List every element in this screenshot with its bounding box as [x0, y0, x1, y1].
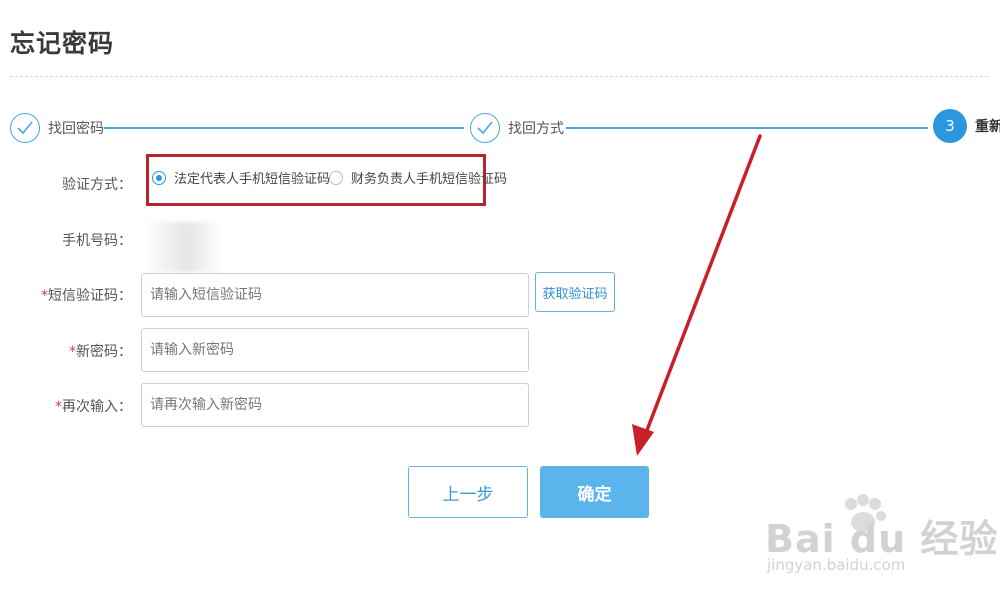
- get-code-button[interactable]: 获取验证码: [535, 272, 615, 312]
- step-connector: [566, 127, 928, 129]
- step-number: 3: [933, 109, 967, 143]
- radio-unchecked-icon[interactable]: [329, 170, 343, 185]
- step-connector: [104, 127, 464, 129]
- radio-label: 法定代表人手机短信验证码: [174, 172, 331, 187]
- new-password-label: *新密码：: [69, 344, 132, 360]
- baidu-watermark: Bai du 经验 jingyan.baidu.com: [765, 494, 997, 585]
- check-icon: [10, 113, 40, 143]
- verify-method-label: 验证方式：: [62, 177, 132, 193]
- prev-step-button[interactable]: 上一步: [408, 466, 528, 518]
- step-label: 重新设: [975, 119, 1000, 135]
- watermark-url: jingyan.baidu.com: [767, 556, 906, 574]
- new-password-input[interactable]: [141, 328, 529, 372]
- page-title: 忘记密码: [10, 29, 115, 58]
- check-icon: [470, 113, 500, 143]
- phone-number-redacted: [144, 222, 222, 272]
- step-label: 找回方式: [508, 121, 564, 137]
- radio-checked-icon[interactable]: [152, 170, 166, 185]
- sms-code-label: *短信验证码：: [41, 288, 132, 304]
- step-find-password: 找回密码: [10, 111, 104, 145]
- confirm-password-label: *再次输入：: [55, 399, 132, 415]
- confirm-button[interactable]: 确定: [540, 466, 649, 518]
- phone-label: 手机号码：: [62, 233, 132, 249]
- radio-label: 财务负责人手机短信验证码: [351, 172, 508, 187]
- confirm-password-input[interactable]: [141, 383, 529, 427]
- sms-code-input[interactable]: [141, 273, 529, 317]
- step-label: 找回密码: [48, 121, 104, 137]
- watermark-text: Bai du 经验: [765, 517, 999, 561]
- step-reset: 3 重新设: [933, 109, 1000, 143]
- step-find-method: 找回方式: [470, 111, 564, 145]
- radio-legal-rep[interactable]: 法定代表人手机短信验证码: [152, 168, 330, 187]
- radio-finance-head[interactable]: 财务负责人手机短信验证码: [329, 168, 507, 187]
- title-divider: [10, 76, 988, 77]
